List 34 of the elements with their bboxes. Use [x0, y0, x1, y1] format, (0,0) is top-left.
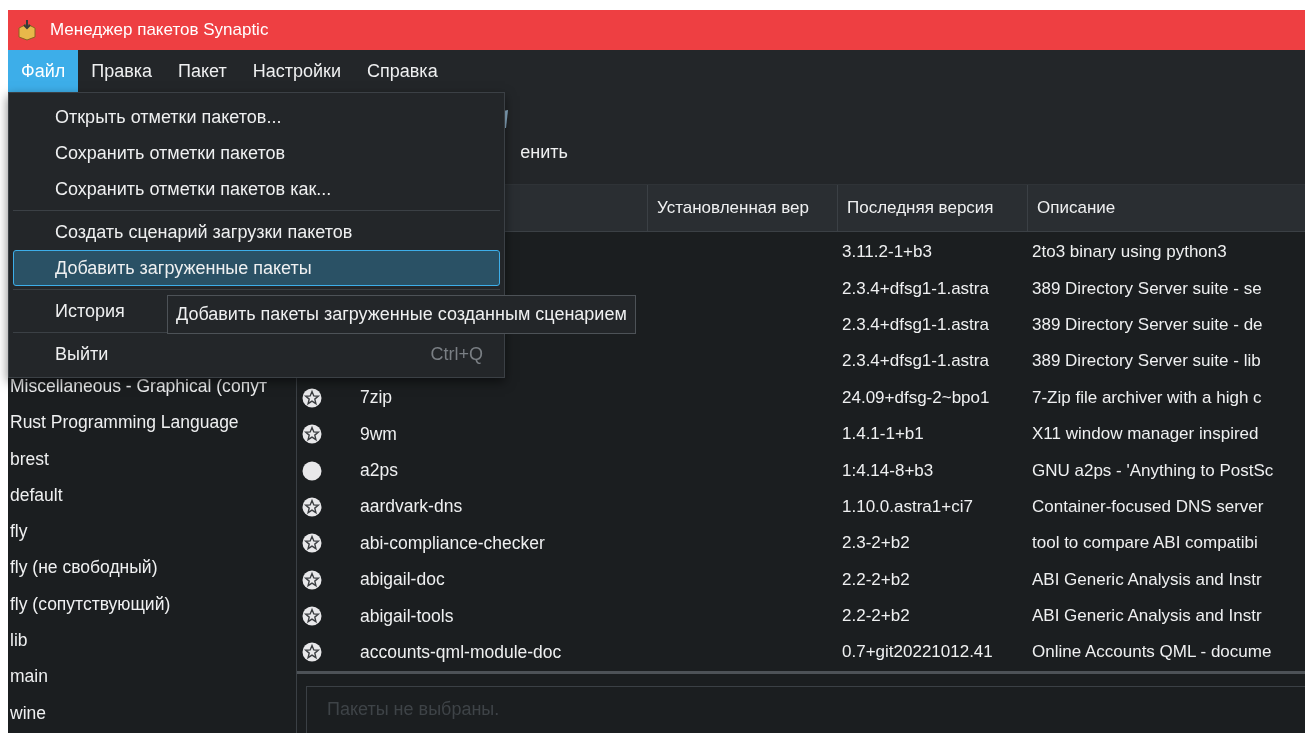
description-cell-text: 7-Zip file archiver with a high c — [1031, 387, 1263, 408]
version-cell-text: 3.11.2-1+b3 — [841, 242, 933, 263]
package-name: abigail-doc — [360, 569, 445, 591]
package-name: abigail-tools — [360, 605, 454, 627]
description-cell-text: 2to3 binary using python3 — [1031, 242, 1228, 263]
description-cell-text: Container-focused DNS server — [1031, 496, 1265, 517]
version-cell-text: 1.10.0.astra1+ci7 — [841, 496, 974, 517]
version-cell-text: 1:4.14-8+b3 — [841, 460, 935, 481]
package-name: abi-compliance-checker — [360, 532, 545, 554]
version-cell-text: 2.3-2+b2 — [841, 533, 911, 554]
version-cell-text: 2.2-2+b2 — [841, 569, 911, 590]
version-cell-text: 2.3.4+dfsg1-1.astra — [841, 278, 990, 299]
description-cell-text: GNU a2ps - 'Anything to PostSc — [1031, 460, 1275, 481]
description-cell-text: X11 window manager inspired — [1031, 424, 1260, 445]
tooltip: Добавить пакеты загруженные созданным сценарием — [167, 295, 636, 334]
version-cell-text: 24.09+dfsg-2~bpo1 — [841, 387, 991, 408]
version-cell-text: 2.3.4+dfsg1-1.astra — [841, 351, 990, 372]
version-cell-text: 0.7+git20221012.41 — [841, 642, 994, 663]
package-name: a2ps — [360, 460, 398, 482]
description-cell-text: 389 Directory Server suite - se — [1031, 278, 1263, 299]
package-name: aardvark-dns — [360, 496, 463, 518]
window-title: Менеджер пакетов Synaptic — [50, 20, 269, 40]
description-cell-text: ABI Generic Analysis and Instr — [1031, 569, 1263, 590]
version-cell-text: 2.3.4+dfsg1-1.astra — [841, 314, 990, 335]
description-cell-text: 389 Directory Server suite - lib — [1031, 351, 1262, 372]
version-cell-text: 2.2-2+b2 — [841, 606, 911, 627]
package-name: 7zip — [360, 387, 393, 409]
description-cell-text: tool to compare ABI compatibi — [1031, 533, 1259, 554]
description-cell-text: ABI Generic Analysis and Instr — [1031, 606, 1263, 627]
description-cell-text: Online Accounts QML - docume — [1031, 642, 1273, 663]
description-cell-text: 389 Directory Server suite - de — [1031, 314, 1264, 335]
package-name: 9wm — [360, 423, 397, 445]
version-cell-text: 1.4.1-1+b1 — [841, 424, 925, 445]
package-name: accounts-qml-module-doc — [360, 642, 562, 663]
